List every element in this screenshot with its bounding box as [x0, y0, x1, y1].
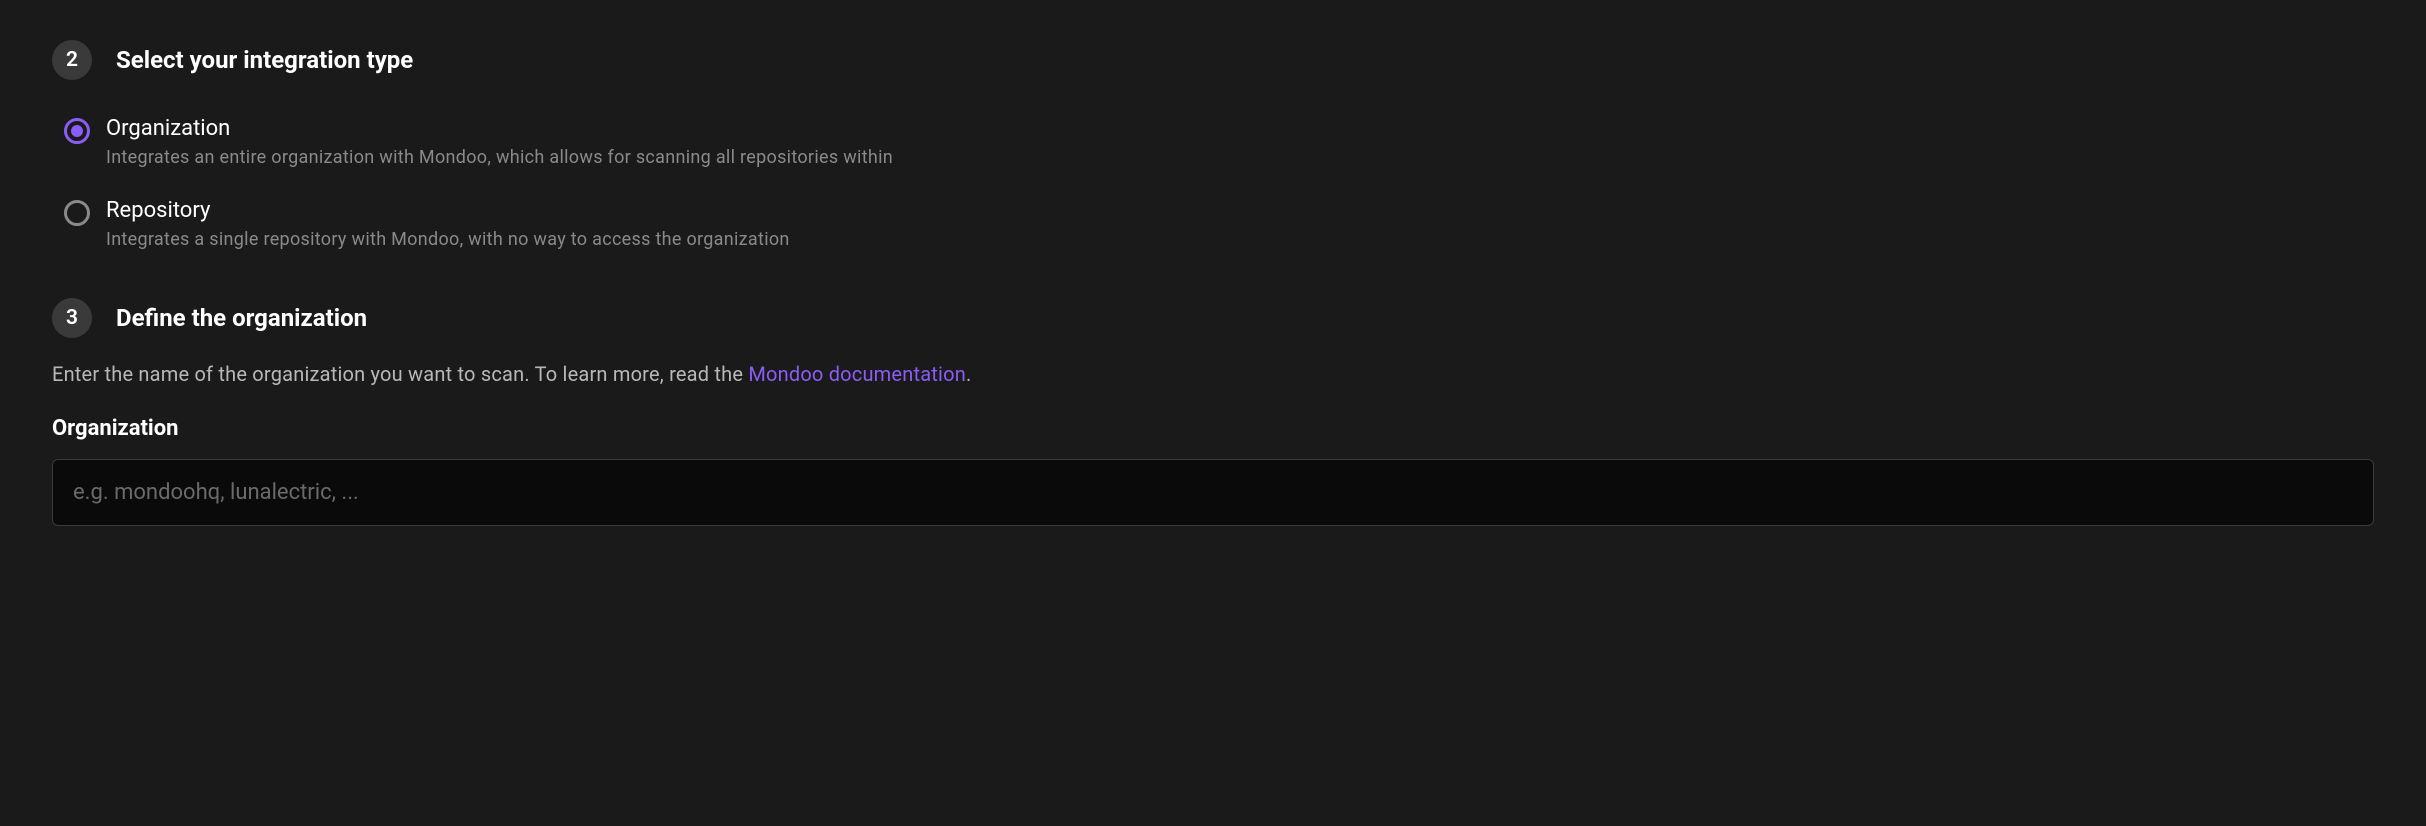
radio-content: Organization Integrates an entire organi… [106, 116, 893, 168]
radio-option-organization[interactable]: Organization Integrates an entire organi… [64, 116, 2374, 168]
step-2-title: Select your integration type [116, 46, 413, 74]
step-2-number: 2 [66, 48, 78, 72]
radio-icon [64, 118, 90, 144]
instruction-prefix: Enter the name of the organization you w… [52, 362, 748, 386]
documentation-link[interactable]: Mondoo documentation [748, 362, 966, 386]
step-3-title: Define the organization [116, 304, 367, 332]
radio-label-repository: Repository [106, 198, 790, 223]
step-2-number-badge: 2 [52, 40, 92, 80]
radio-icon [64, 200, 90, 226]
instruction-suffix: . [966, 362, 971, 386]
step-3-number: 3 [66, 306, 78, 330]
radio-option-repository[interactable]: Repository Integrates a single repositor… [64, 198, 2374, 250]
radio-description-repository: Integrates a single repository with Mond… [106, 229, 790, 250]
organization-field-label: Organization [52, 416, 2374, 441]
step-3-number-badge: 3 [52, 298, 92, 338]
step-3-instruction: Enter the name of the organization you w… [52, 362, 2374, 386]
organization-input[interactable] [52, 459, 2374, 526]
integration-type-radio-group: Organization Integrates an entire organi… [64, 116, 2374, 250]
radio-description-organization: Integrates an entire organization with M… [106, 147, 893, 168]
step-3-header: 3 Define the organization [52, 298, 2374, 338]
radio-label-organization: Organization [106, 116, 893, 141]
step-2-header: 2 Select your integration type [52, 40, 2374, 80]
radio-content: Repository Integrates a single repositor… [106, 198, 790, 250]
